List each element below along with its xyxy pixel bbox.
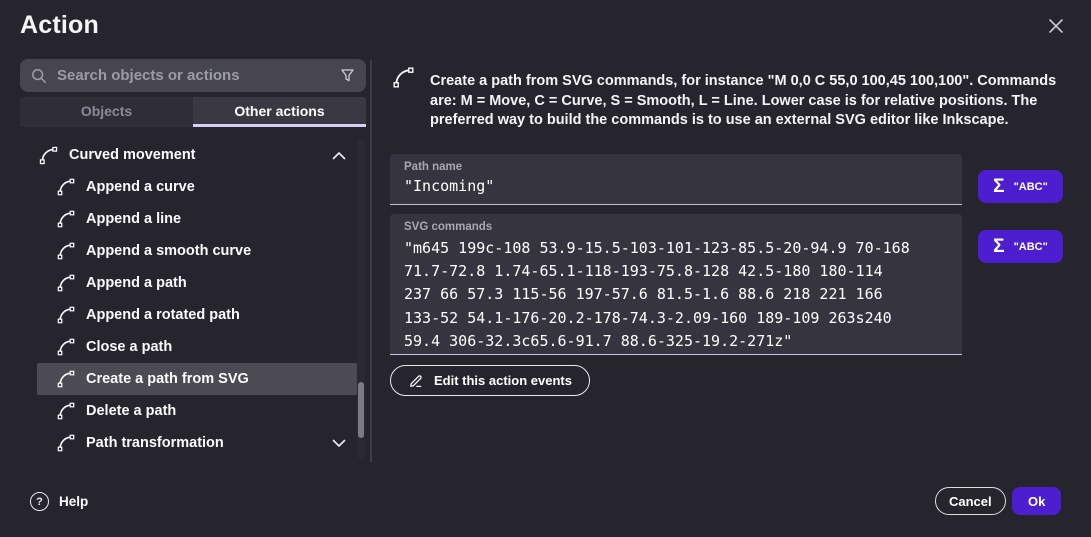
edit-action-events-button[interactable]: Edit this action events (390, 365, 590, 396)
field-label: Path name (404, 161, 948, 173)
list-item-append-a-curve[interactable]: Append a curve (37, 171, 357, 203)
svg-commands-field[interactable]: SVG commands "m645 199c-108 53.9-15.5-10… (390, 214, 962, 355)
list-item-label: Delete a path (86, 403, 346, 419)
list-item-label: Append a rotated path (86, 307, 346, 323)
list-item-append-a-path[interactable]: Append a path (37, 267, 357, 299)
page-title: Action (20, 11, 99, 40)
expression-abc-label: "ABC" (1014, 181, 1048, 193)
filter-icon[interactable] (339, 67, 356, 84)
list-item-label: Create a path from SVG (86, 371, 346, 387)
curve-icon (55, 304, 77, 326)
help-icon: ? (30, 492, 49, 511)
close-button[interactable] (1044, 15, 1068, 39)
path-name-field[interactable]: Path name "Incoming" (390, 154, 962, 205)
list-item-path-transformation[interactable]: Path transformation (37, 427, 357, 459)
list-item-label: Append a smooth curve (86, 243, 346, 259)
path-name-expression-button[interactable]: Σ "ABC" (978, 170, 1063, 203)
curve-icon (55, 240, 77, 262)
list-item-label: Append a curve (86, 179, 346, 195)
svg-commands-value: "m645 199c-108 53.9-15.5-103-101-123-85.… (404, 237, 948, 353)
field-label: SVG commands (404, 221, 948, 233)
search-box (20, 59, 366, 92)
panel-divider (370, 60, 372, 462)
list-item-create-a-path-from-svg[interactable]: Create a path from SVG (37, 363, 357, 395)
scrollbar-thumb[interactable] (358, 382, 364, 438)
list-item-label: Append a path (86, 275, 346, 291)
close-icon (1045, 15, 1067, 37)
list-item-delete-a-path[interactable]: Delete a path (37, 395, 357, 427)
curve-icon (55, 336, 77, 358)
list-item-label: Close a path (86, 339, 346, 355)
list-item-append-a-rotated-path[interactable]: Append a rotated path (37, 299, 357, 331)
actions-list: Curved movement Append a curve Append a … (20, 139, 357, 459)
tab-objects[interactable]: Objects (20, 97, 193, 127)
chevron-up-icon (332, 151, 346, 160)
tab-other-actions[interactable]: Other actions (193, 97, 366, 127)
expression-abc-label: "ABC" (1014, 241, 1048, 253)
curve-icon (37, 144, 60, 167)
cancel-button[interactable]: Cancel (935, 487, 1006, 515)
curve-icon (55, 208, 77, 230)
help-link[interactable]: ? Help (30, 492, 88, 511)
svg-commands-expression-button[interactable]: Σ "ABC" (978, 230, 1063, 263)
list-group-label: Curved movement (69, 147, 323, 163)
search-icon (30, 67, 48, 85)
tab-bar: Objects Other actions (20, 97, 366, 127)
sigma-icon: Σ (993, 177, 1004, 196)
curve-icon (390, 64, 417, 91)
help-label: Help (59, 494, 88, 509)
action-description: Create a path from SVG commands, for ins… (430, 72, 1073, 131)
path-name-value: "Incoming" (404, 177, 948, 195)
list-item-append-a-line[interactable]: Append a line (37, 203, 357, 235)
list-item-label: Path transformation (86, 435, 323, 451)
ok-button[interactable]: Ok (1012, 487, 1061, 515)
chevron-down-icon (332, 439, 346, 448)
curve-icon (55, 432, 77, 454)
edit-action-events-label: Edit this action events (434, 373, 572, 388)
curve-icon (55, 176, 77, 198)
curve-icon (55, 368, 77, 390)
list-item-close-a-path[interactable]: Close a path (37, 331, 357, 363)
curve-icon (55, 400, 77, 422)
list-item-label: Append a line (86, 211, 346, 227)
sigma-icon: Σ (993, 237, 1004, 256)
list-group-curved-movement[interactable]: Curved movement (20, 139, 357, 171)
search-input[interactable] (57, 67, 330, 84)
list-item-append-a-smooth-curve[interactable]: Append a smooth curve (37, 235, 357, 267)
curve-icon (55, 272, 77, 294)
pencil-icon (408, 372, 425, 389)
